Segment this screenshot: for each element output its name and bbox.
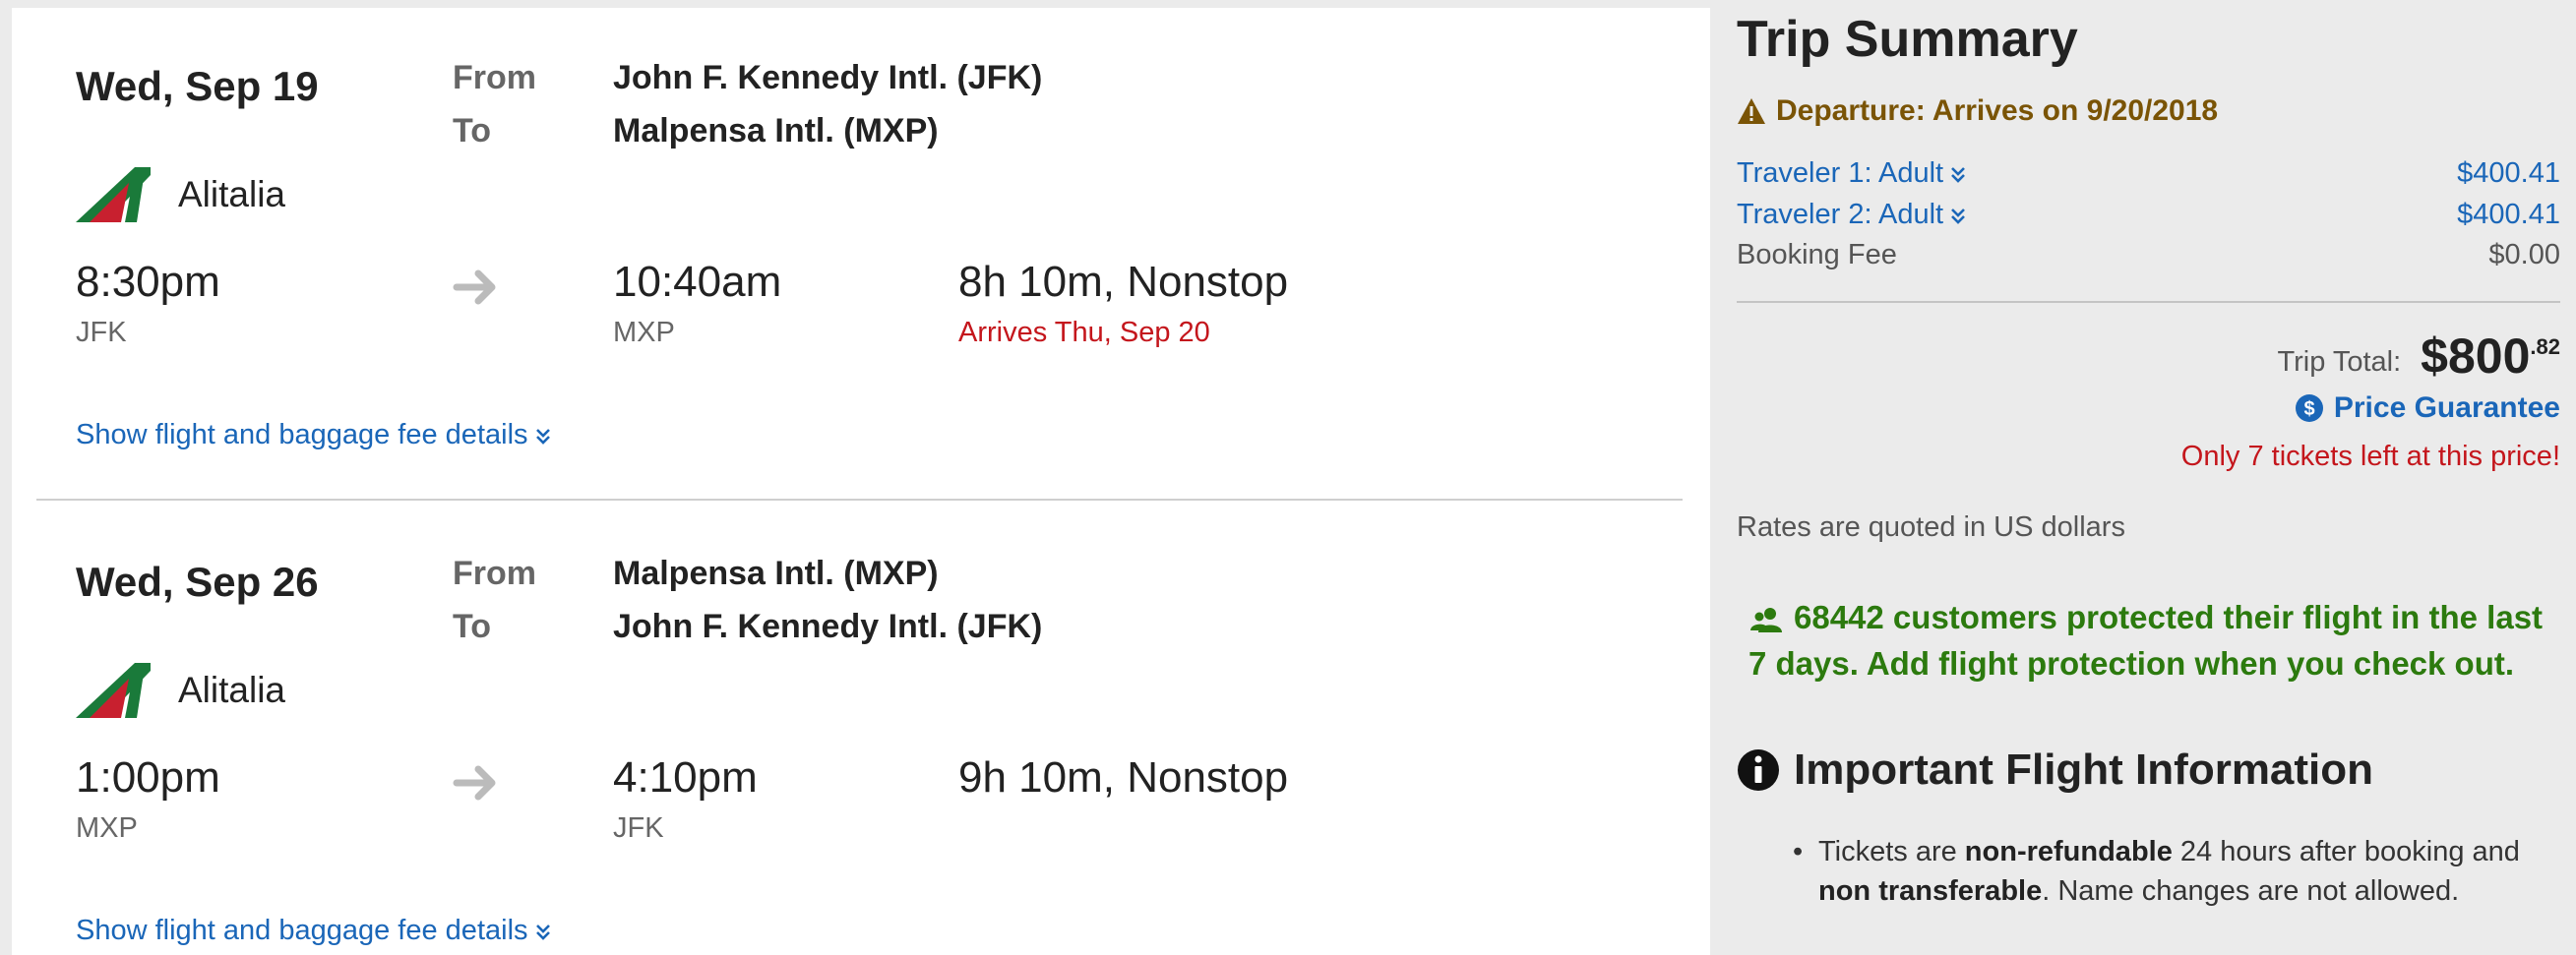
alitalia-logo [76,167,151,222]
traveler-1-label: Traveler 1: Adult [1737,157,1944,189]
airline-name: Alitalia [178,174,285,214]
show-details-link[interactable]: Show flight and baggage fee details [76,915,551,947]
traveler-2-row: Traveler 2: Adult $400.41 [1737,199,2560,231]
trip-total: Trip Total: $800 .82 [2277,328,2560,384]
depart-time: 8:30pm [76,258,220,306]
warning-icon [1738,98,1765,124]
flight-duration: 9h 10m, Nonstop [958,753,1289,802]
depart-code: MXP [76,812,138,844]
chevron-double-down-icon [535,428,550,445]
trip-total-cents: .82 [2530,334,2560,359]
booking-fee-label: Booking Fee [1737,239,1897,270]
info-text-2: 24 hours after booking and [2172,836,2520,867]
arrow-right-icon [453,269,496,305]
traveler-2-toggle[interactable]: Traveler 2: Adult [1737,199,1966,231]
info-text-1: Tickets are [1818,836,1965,867]
to-label: To [453,112,492,149]
airline: Alitalia [76,661,285,720]
leg-date: Wed, Sep 19 [76,63,319,109]
alitalia-logo [76,663,151,718]
depart-code: JFK [76,317,127,348]
flight-leg-outbound: Wed, Sep 19 From John F. Kennedy Intl. (… [12,8,1710,504]
arrive-time: 10:40am [613,258,782,306]
show-details-label: Show flight and baggage fee details [76,915,528,946]
traveler-2-label: Traveler 2: Adult [1737,199,1944,230]
trip-total-dollars: $800 [2421,328,2531,384]
show-details-label: Show flight and baggage fee details [76,419,528,450]
svg-text:$: $ [2303,398,2314,420]
to-airport: John F. Kennedy Intl. (JFK) [613,608,1043,645]
from-label: From [453,59,536,96]
from-airport: John F. Kennedy Intl. (JFK) [613,59,1043,96]
users-icon [1750,608,1782,633]
info-bold-nonrefundable: non-refundable [1964,836,2173,867]
from-airport: Malpensa Intl. (MXP) [613,555,939,592]
airline-name: Alitalia [178,670,285,710]
departure-warning: Departure: Arrives on 9/20/2018 [1737,94,2218,128]
info-bold-nontransferable: non transferable [1818,875,2043,907]
traveler-1-price: $400.41 [2457,157,2560,189]
chevron-double-down-icon [1951,166,1966,183]
info-icon [1738,749,1779,791]
flights-panel: Wed, Sep 19 From John F. Kennedy Intl. (… [12,8,1710,955]
rates-note: Rates are quoted in US dollars [1737,511,2125,543]
booking-fee-price: $0.00 [2488,239,2560,270]
arrive-code: MXP [613,317,675,348]
important-info-list: • Tickets are non-refundable 24 hours af… [1793,832,2566,911]
traveler-2-price: $400.41 [2457,199,2560,230]
important-info-heading: Important Flight Information [1737,746,2373,795]
important-info-title: Important Flight Information [1794,746,2374,794]
traveler-1-toggle[interactable]: Traveler 1: Adult [1737,157,1966,190]
dollar-circle-icon: $ [2295,394,2323,422]
from-label: From [453,555,536,592]
arrive-time: 4:10pm [613,753,758,802]
show-details-link[interactable]: Show flight and baggage fee details [76,419,551,451]
trip-total-label: Trip Total: [2277,346,2402,378]
tickets-left-alert: Only 7 tickets left at this price! [2180,441,2560,472]
departure-warning-text: Departure: Arrives on 9/20/2018 [1776,94,2219,127]
arrive-code: JFK [613,812,664,844]
protection-note: 68442 customers protected their flight i… [1748,594,2555,686]
to-label: To [453,608,492,645]
leg-date: Wed, Sep 26 [76,559,319,605]
traveler-1-row: Traveler 1: Adult $400.41 [1737,157,2560,190]
chevron-double-down-icon [1951,208,1966,224]
summary-divider [1737,301,2560,303]
leg-divider [36,499,1683,501]
to-airport: Malpensa Intl. (MXP) [613,112,939,149]
arrow-right-icon [453,765,496,801]
price-guarantee-link[interactable]: $ Price Guarantee [2295,391,2560,425]
trip-summary-panel: Trip Summary Departure: Arrives on 9/20/… [1710,0,2576,955]
price-guarantee-label: Price Guarantee [2333,391,2560,424]
chevron-double-down-icon [535,924,550,940]
depart-time: 1:00pm [76,753,220,802]
flight-duration: 8h 10m, Nonstop [958,258,1289,306]
flight-leg-return: Wed, Sep 26 From Malpensa Intl. (MXP) To… [12,504,1710,955]
info-list-item: • Tickets are non-refundable 24 hours af… [1793,832,2566,911]
arrival-day-note: Arrives Thu, Sep 20 [958,317,1210,348]
booking-fee-row: Booking Fee $0.00 [1737,239,2560,271]
airline: Alitalia [76,165,285,224]
bullet: • [1793,836,1804,867]
summary-title: Trip Summary [1737,11,2078,68]
info-text-3: . Name changes are not allowed. [2042,875,2460,907]
protection-note-text: 68442 customers protected their flight i… [1748,599,2544,682]
